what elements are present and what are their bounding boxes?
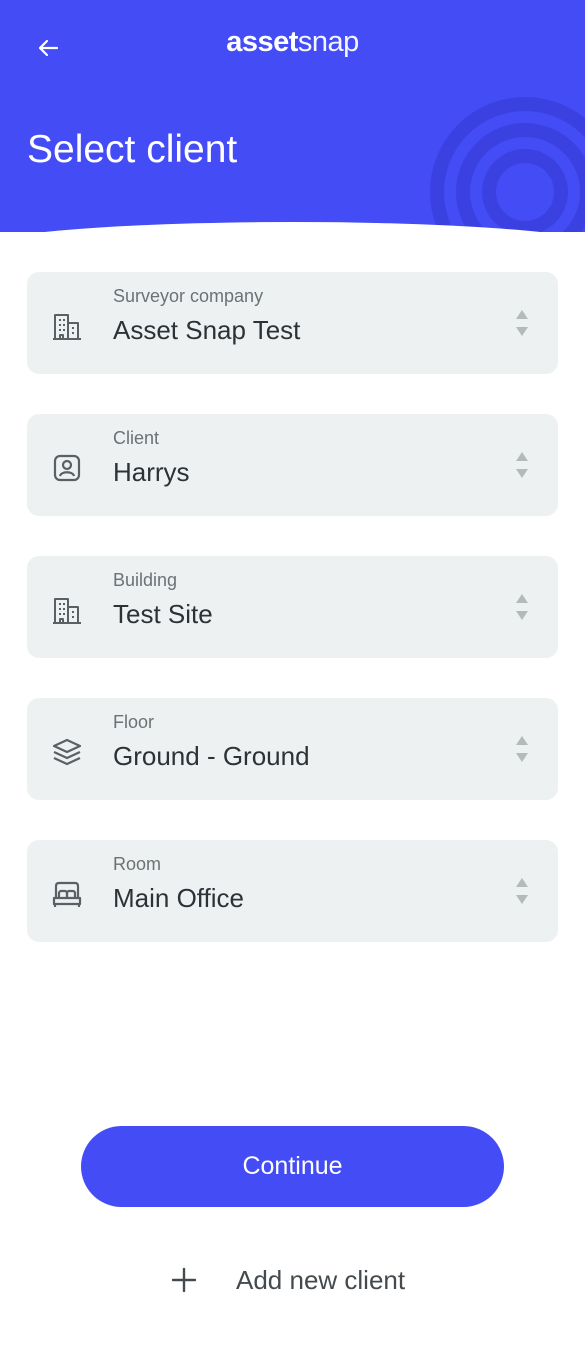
field-value: Ground - Ground (113, 741, 310, 771)
plus-icon (171, 1267, 197, 1293)
bed-icon (52, 881, 82, 907)
field-label: Building (113, 570, 178, 590)
app-header: assetsnap Select client (0, 0, 585, 232)
client-select[interactable]: Client Harrys (27, 414, 558, 516)
sort-arrows-icon (516, 452, 528, 478)
app-logo: assetsnap (0, 26, 585, 59)
field-value: Test Site (113, 599, 213, 629)
field-value: Harrys (113, 457, 190, 487)
field-label: Floor (113, 712, 155, 732)
building-icon (53, 598, 81, 624)
add-new-client-button[interactable]: Add new client (168, 1258, 405, 1302)
surveyor-company-select[interactable]: Surveyor company Asset Snap Test (27, 272, 558, 374)
contact-card-icon (53, 454, 81, 482)
floor-select[interactable]: Floor Ground - Ground (27, 698, 558, 800)
field-label: Room (113, 854, 162, 874)
page-title: Select client (27, 128, 238, 171)
field-value: Asset Snap Test (113, 315, 301, 345)
logo-text-light: snap (297, 26, 359, 58)
layers-icon (52, 738, 82, 766)
continue-button[interactable]: Continue (81, 1126, 504, 1207)
building-select[interactable]: Building Test Site (27, 556, 558, 658)
building-icon (53, 314, 81, 340)
field-label: Client (113, 428, 160, 448)
logo-text-strong: asset (226, 26, 298, 58)
field-label: Surveyor company (113, 286, 264, 306)
sort-arrows-icon (516, 736, 528, 762)
sort-arrows-icon (516, 310, 528, 336)
sort-arrows-icon (516, 878, 528, 904)
add-new-client-label: Add new client (236, 1264, 406, 1295)
brand-watermark-icon (430, 97, 585, 232)
field-value: Main Office (113, 883, 245, 913)
room-select[interactable]: Room Main Office (27, 840, 558, 942)
sort-arrows-icon (516, 594, 528, 620)
